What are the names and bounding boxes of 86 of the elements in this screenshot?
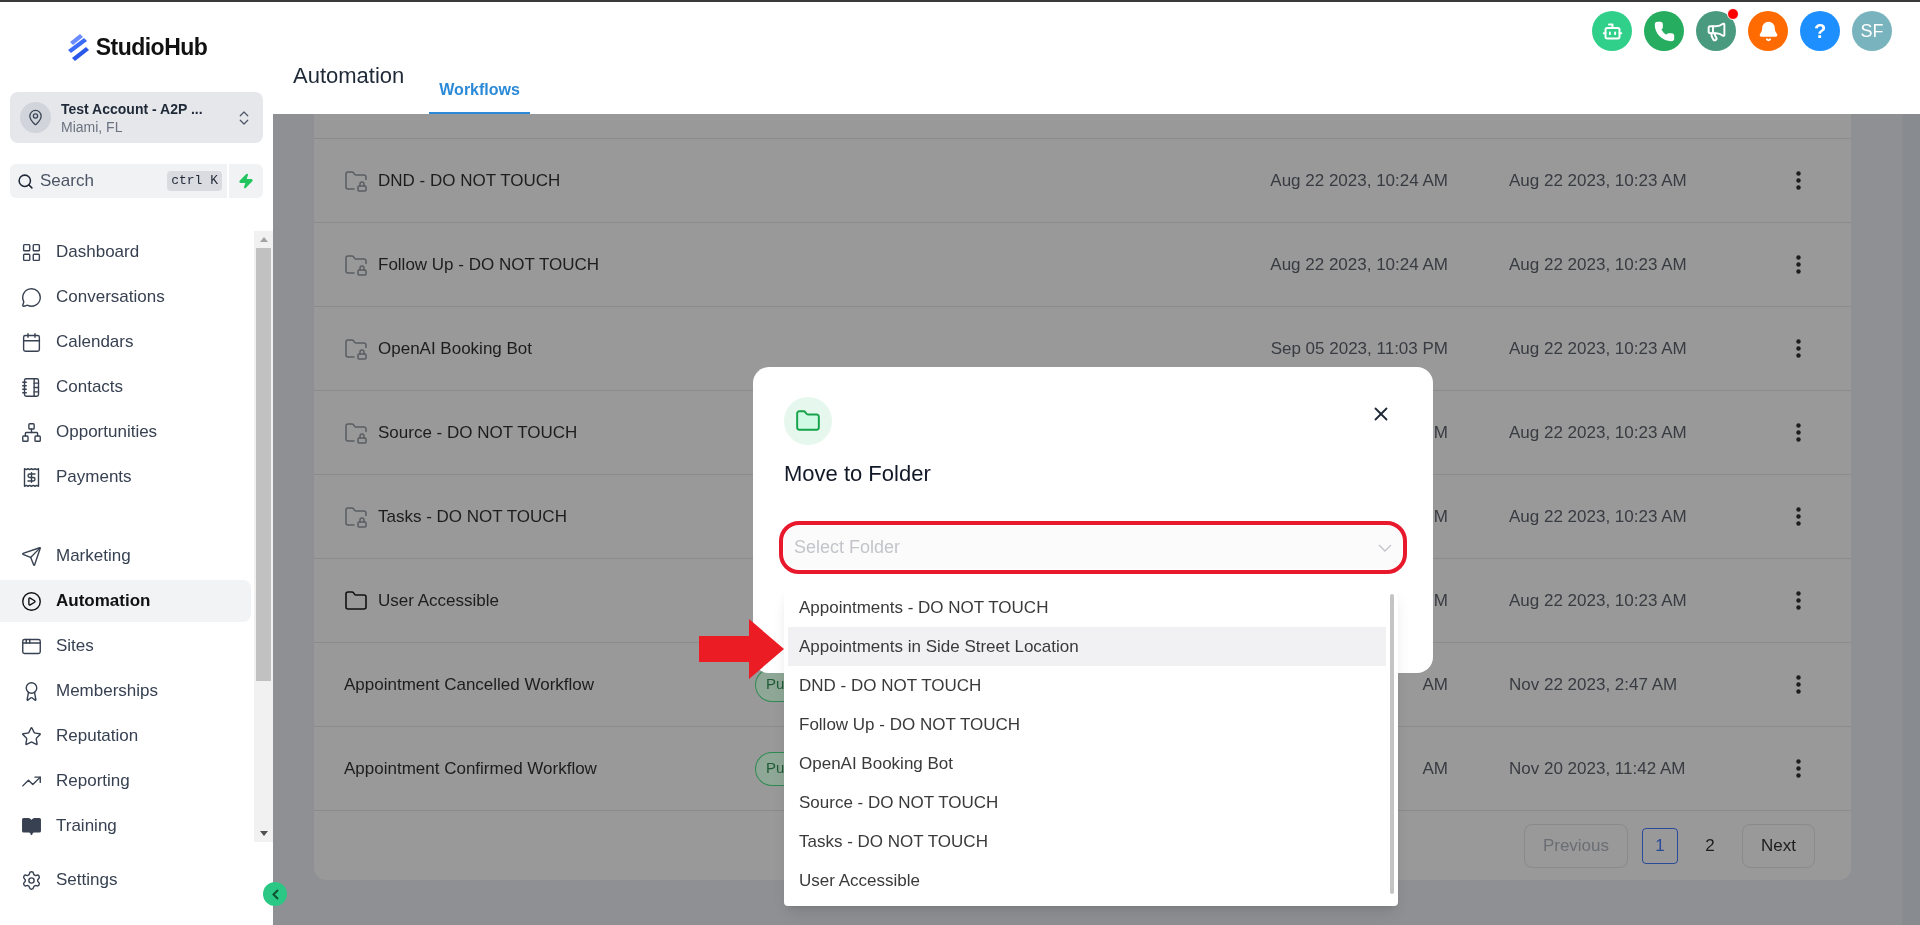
chevron-left-icon xyxy=(271,888,279,900)
row-name[interactable]: OpenAI Booking Bot xyxy=(378,335,533,362)
sidebar-item[interactable]: Dashboard xyxy=(0,231,251,273)
account-location: Miami, FL xyxy=(61,117,124,136)
sidebar-item[interactable]: Calendars xyxy=(0,321,251,363)
search-icon xyxy=(17,172,34,190)
created-date: Aug 22 2023, 10:23 AM xyxy=(1509,338,1687,358)
notebook-icon xyxy=(21,376,42,398)
sidebar-item[interactable]: Conversations xyxy=(0,276,251,318)
scrollbar[interactable] xyxy=(1902,114,1920,925)
updated-date: Aug 22 2023, 10:24 AM xyxy=(1270,169,1448,192)
phone-icon xyxy=(1653,20,1675,42)
receipt-icon xyxy=(21,466,42,488)
sidebar-item[interactable]: Settings xyxy=(0,860,251,900)
sidebar-item[interactable]: Contacts xyxy=(0,366,251,408)
chevron-down-icon xyxy=(1378,543,1392,552)
collapse-button[interactable] xyxy=(263,882,287,906)
row-name[interactable]: Tasks - DO NOT TOUCH xyxy=(378,503,567,530)
status-badge: Pu xyxy=(755,751,785,786)
notification-icon xyxy=(1757,20,1779,42)
page-title: Automation xyxy=(293,62,405,90)
settings-icon xyxy=(21,869,42,891)
created-date: Aug 22 2023, 10:23 AM xyxy=(1509,170,1687,190)
page-button[interactable]: 2 xyxy=(1692,827,1729,864)
sidebar-item[interactable]: Memberships xyxy=(0,670,251,712)
brand-name: StudioHub xyxy=(95,32,208,62)
scrollbar[interactable] xyxy=(254,231,273,842)
sidebar-item[interactable]: Payments xyxy=(0,456,251,498)
chat-bubble-icon xyxy=(21,286,42,308)
calendar-icon xyxy=(21,331,42,353)
updated-date: M xyxy=(1433,421,1448,444)
updated-date: M xyxy=(1433,589,1448,612)
sidebar-item[interactable]: Reporting xyxy=(0,760,251,802)
grid-icon xyxy=(21,241,42,263)
paper-plane-icon xyxy=(21,545,42,567)
play-circle-icon xyxy=(21,590,42,612)
more-options-icon[interactable] xyxy=(1795,423,1801,442)
created-date: Aug 22 2023, 10:23 AM xyxy=(1509,506,1687,526)
more-options-icon[interactable] xyxy=(1795,171,1801,190)
megaphone-icon xyxy=(1705,20,1727,42)
more-options-icon[interactable] xyxy=(1795,591,1801,610)
account-switcher[interactable]: Test Account - A2P ... Miami, FL xyxy=(10,92,263,143)
created-date: Aug 22 2023, 10:23 AM xyxy=(1509,590,1687,610)
megaphone-button[interactable] xyxy=(1696,11,1736,51)
created-date: Aug 22 2023, 10:23 AM xyxy=(1509,254,1687,274)
updated-date: Sep 05 2023, 11:03 PM xyxy=(1270,337,1448,360)
created-date: Nov 20 2023, 11:42 AM xyxy=(1509,758,1686,778)
more-options-icon[interactable] xyxy=(1795,507,1801,526)
sidebar-item[interactable]: Marketing xyxy=(0,535,251,577)
star-icon xyxy=(21,725,42,747)
account-name: Test Account - A2P ... xyxy=(61,99,204,118)
sidebar-item[interactable]: Reputation xyxy=(0,715,251,757)
row-name[interactable]: Source - DO NOT TOUCH xyxy=(378,419,578,446)
created-date: Aug 22 2023, 10:23 AM xyxy=(1509,422,1687,442)
search-bar[interactable]: Search ctrl K xyxy=(10,164,227,198)
location-pin-icon xyxy=(27,109,44,126)
more-options-icon[interactable] xyxy=(1795,255,1801,274)
updated-date: M xyxy=(1433,505,1448,528)
phone-button[interactable] xyxy=(1644,11,1684,51)
row-name[interactable]: User Accessible xyxy=(378,587,499,614)
row-name[interactable]: Appointment Confirmed Workflow xyxy=(344,755,597,782)
notification-button[interactable] xyxy=(1748,11,1788,51)
updated-date: Aug 22 2023, 10:24 AM xyxy=(1270,253,1448,276)
book-icon xyxy=(21,815,42,837)
shortcut-hint: ctrl K xyxy=(167,171,222,191)
folder-icon xyxy=(795,408,821,434)
row-name[interactable]: Appointment Cancelled Workflow xyxy=(344,671,595,698)
more-options-icon[interactable] xyxy=(1795,759,1801,778)
sidebar-item[interactable]: Opportunities xyxy=(0,411,251,453)
modal-title: Move to Folder xyxy=(784,460,932,488)
created-date: Nov 22 2023, 2:47 AM xyxy=(1509,674,1678,694)
row-name[interactable]: Follow Up - DO NOT TOUCH xyxy=(378,251,600,278)
select-placeholder: Select Folder xyxy=(794,536,902,559)
sidebar-item[interactable]: Automation xyxy=(0,580,251,622)
more-options-icon[interactable] xyxy=(1795,675,1801,694)
network-icon xyxy=(21,421,42,443)
updated-date: AM xyxy=(1422,673,1448,696)
sidebar-item[interactable]: Training xyxy=(0,805,251,842)
sidebar-item[interactable]: Sites xyxy=(0,625,251,667)
updated-date: AM xyxy=(1422,757,1448,780)
more-options-icon[interactable] xyxy=(1795,339,1801,358)
search-field[interactable]: Search xyxy=(40,168,162,194)
row-name[interactable]: DND - DO NOT TOUCH xyxy=(378,167,561,194)
lightning-icon xyxy=(238,173,254,189)
dropdown-option[interactable]: Appointments in Side Street Location xyxy=(788,627,1386,666)
next-button[interactable]: Next xyxy=(1742,823,1815,868)
